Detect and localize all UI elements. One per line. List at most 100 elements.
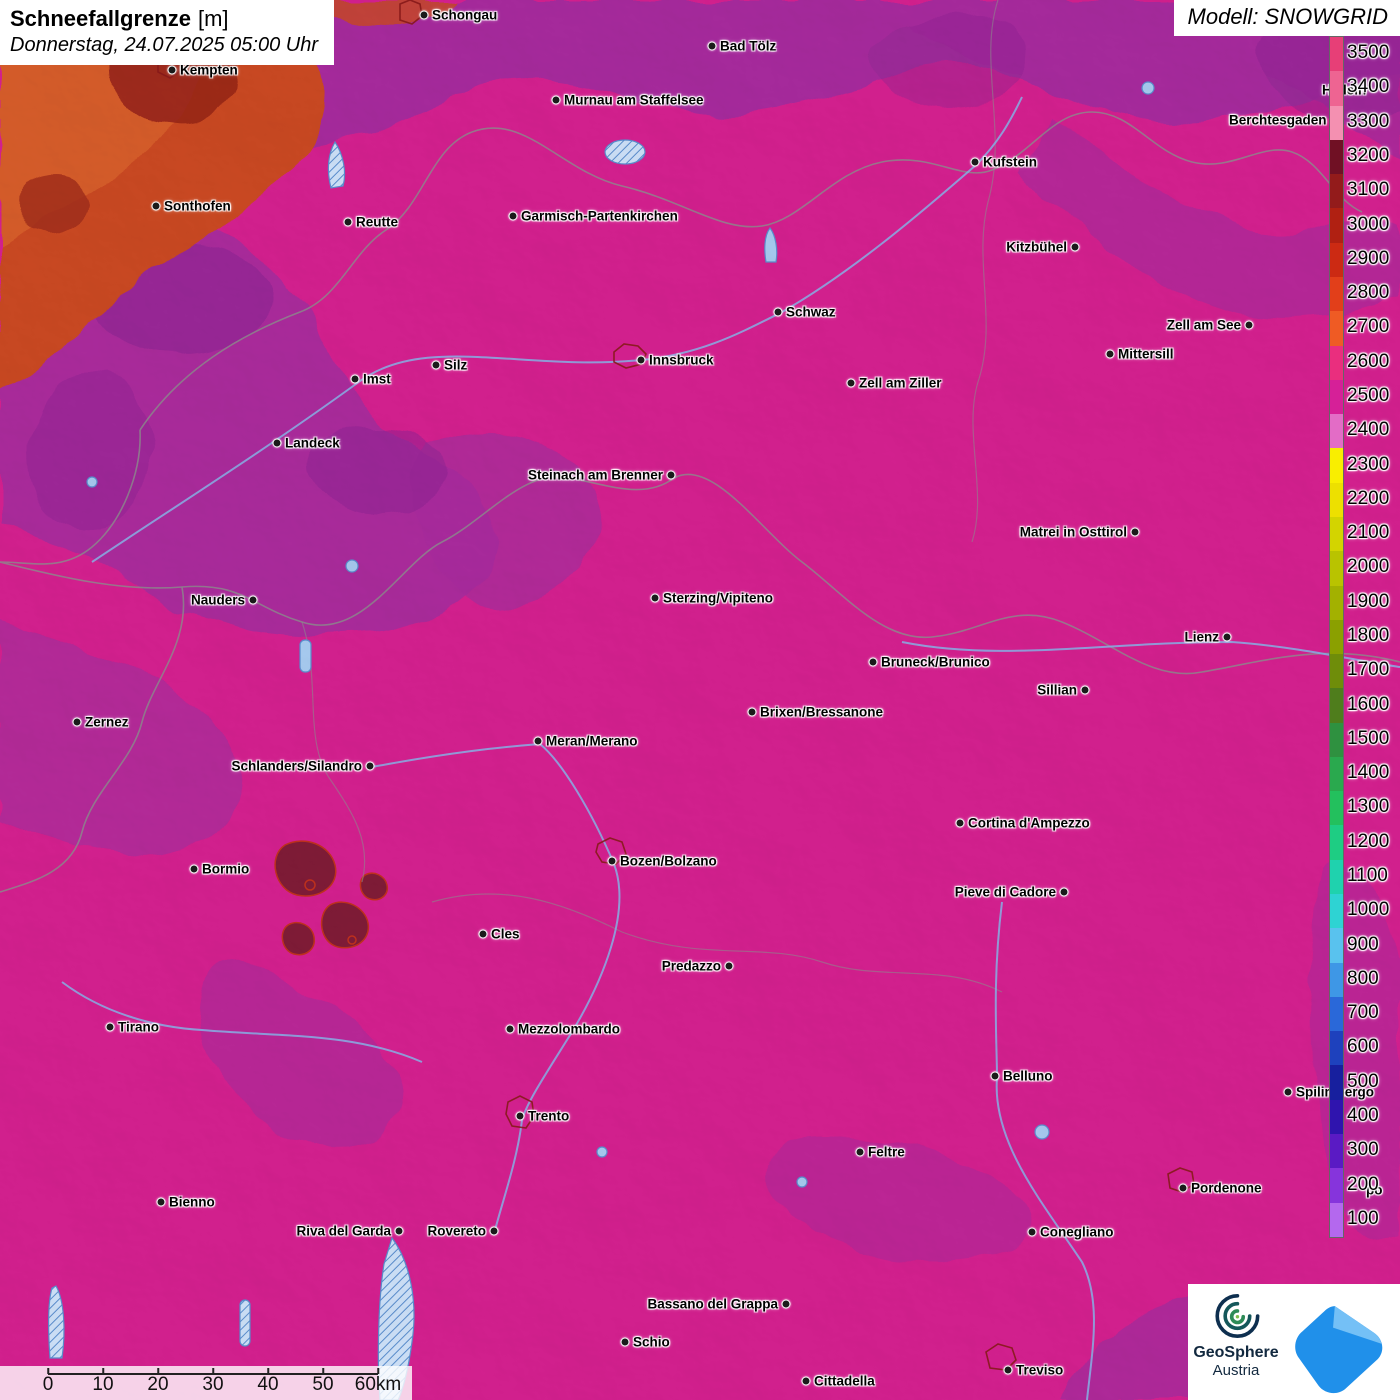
city-label: Lienz <box>1184 629 1219 645</box>
city-label: Steinach am Brenner <box>527 467 663 483</box>
snowfall-limit-map: Schongau Bad Tölz Kempten Murnau am Staffel… <box>0 0 1400 1400</box>
city-dot <box>248 595 258 605</box>
city-label: Matrei in Osttirol <box>1019 524 1127 540</box>
city-dot <box>272 438 282 448</box>
city-dot <box>666 470 676 480</box>
city-dot <box>167 65 177 75</box>
city-dot <box>515 1111 525 1121</box>
scalebar-label: 50 <box>312 1374 334 1395</box>
geosphere-logo: GeoSphere Austria <box>1188 1284 1284 1400</box>
city-label: Imst <box>363 371 391 387</box>
city-label: Sillian <box>1037 682 1077 698</box>
city-dot <box>365 761 375 771</box>
city-dot <box>1244 320 1254 330</box>
city-dot <box>607 856 617 866</box>
scalebar-label: 0 <box>42 1374 54 1395</box>
city-dot <box>970 157 980 167</box>
city-dot <box>1222 632 1232 642</box>
city-label: Schongau <box>432 7 498 23</box>
scalebar-label: 10 <box>92 1374 114 1395</box>
city-dot <box>650 593 660 603</box>
city-label: Schlanders/Silandro <box>231 758 362 774</box>
city-dot <box>431 360 441 370</box>
page-title: Schneefallgrenze [m] <box>10 5 318 33</box>
cities-layer: Schongau Bad Tölz Kempten Murnau am Staffel… <box>0 0 1400 1400</box>
city-label: Tirano <box>118 1019 160 1035</box>
city-dot <box>551 95 561 105</box>
city-label: Brixen/Bressanone <box>760 704 884 720</box>
city-dot <box>478 929 488 939</box>
city-label: Mittersill <box>1118 346 1174 362</box>
city-label: Cortina d'Ampezzo <box>968 815 1090 831</box>
city-dot <box>394 1226 404 1236</box>
city-label: Cittadella <box>814 1373 875 1389</box>
city-dot <box>1070 242 1080 252</box>
blue-map-icon <box>1295 1306 1383 1394</box>
city-dot <box>620 1337 630 1347</box>
geosphere-name: GeoSphere <box>1193 1344 1279 1361</box>
city-label: Bormio <box>202 861 250 877</box>
city-label: Kempten <box>180 62 238 78</box>
city-dot <box>855 1147 865 1157</box>
city-label: Predazzo <box>661 958 721 974</box>
city-label: Riva del Garda <box>296 1223 391 1239</box>
city-dot <box>868 657 878 667</box>
city-dot <box>1178 1183 1188 1193</box>
city-label: Trento <box>528 1108 570 1124</box>
title-main: Schneefallgrenze <box>10 6 191 31</box>
city-dot <box>105 1022 115 1032</box>
city-label: Bad Tölz <box>720 38 777 54</box>
city-dot <box>955 818 965 828</box>
city-label: Hallein <box>1322 82 1367 98</box>
city-dot <box>489 1226 499 1236</box>
geosphere-swirl-icon <box>1215 1293 1260 1338</box>
city-label: Zernez <box>85 714 129 730</box>
city-label: Schio <box>633 1334 670 1350</box>
city-dot <box>801 1376 811 1386</box>
city-label: Nauders <box>190 592 245 608</box>
city-dot <box>72 717 82 727</box>
city-label: Sterzing/Vipiteno <box>663 590 774 606</box>
geosphere-country: Austria <box>1212 1362 1260 1379</box>
city-label: po <box>1366 1182 1383 1198</box>
city-label: Bienno <box>169 1194 215 1210</box>
title-unit: [m] <box>197 6 229 31</box>
city-label: Mezzolombardo <box>518 1021 621 1037</box>
city-label: Spilimbergo <box>1296 1084 1375 1100</box>
scalebar-label: 40 <box>257 1374 279 1395</box>
city-label: Cles <box>491 926 520 942</box>
city-dot <box>846 378 856 388</box>
city-label: Feltre <box>868 1144 905 1160</box>
scalebar: 0 10 20 30 40 50 60km <box>0 1366 412 1400</box>
city-dot <box>1027 1227 1037 1237</box>
scalebar-label: 30 <box>202 1374 224 1395</box>
city-dot <box>505 1024 515 1034</box>
city-dot <box>419 10 429 20</box>
scalebar-label: 60km <box>354 1374 402 1395</box>
city-label: Berchtesgaden <box>1229 112 1327 128</box>
city-label: Zell am See <box>1166 317 1241 333</box>
city-dot <box>189 864 199 874</box>
city-dot <box>1003 1365 1013 1375</box>
city-label: Innsbruck <box>649 352 714 368</box>
city-label: Kitzbühel <box>1006 239 1067 255</box>
city-label: Belluno <box>1003 1068 1053 1084</box>
city-dot <box>773 307 783 317</box>
model-label: Modell: SNOWGRID <box>1173 0 1400 36</box>
city-label: Sonthofen <box>164 198 231 214</box>
city-label: Conegliano <box>1040 1224 1114 1240</box>
city-dot <box>1130 527 1140 537</box>
scalebar-label: 20 <box>147 1374 169 1395</box>
valid-time: Donnerstag, 24.07.2025 05:00 Uhr <box>10 33 318 56</box>
partner-logo-box <box>1284 1284 1400 1400</box>
city-dot <box>343 217 353 227</box>
city-dot <box>747 707 757 717</box>
city-label: Zell am Ziller <box>859 375 942 391</box>
city-label: Meran/Merano <box>546 733 638 749</box>
city-dot <box>508 211 518 221</box>
city-dot <box>781 1299 791 1309</box>
city-label: Bozen/Bolzano <box>620 853 717 869</box>
city-label: Silz <box>444 357 468 373</box>
city-dot <box>350 374 360 384</box>
city-label: Pordenone <box>1191 1180 1262 1196</box>
